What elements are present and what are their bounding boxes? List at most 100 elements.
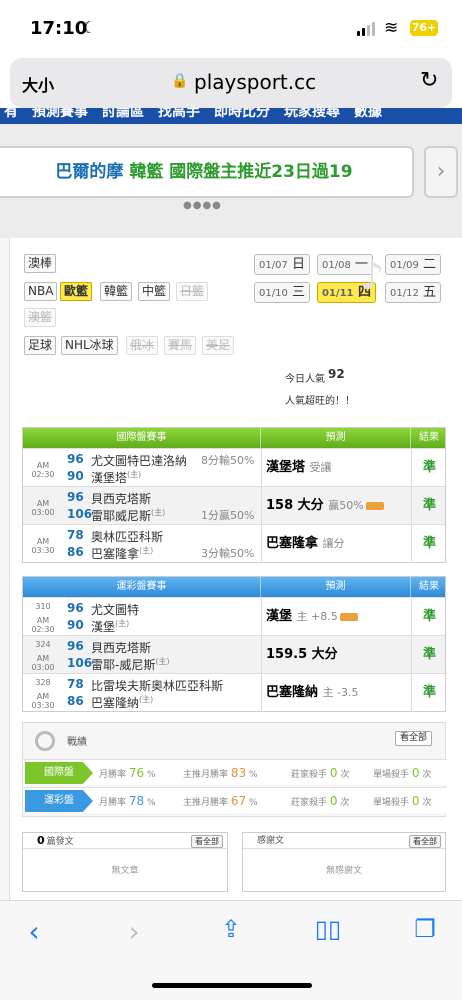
game-time: AM 03:00 [25,487,61,525]
away-score: 96 [67,639,84,653]
game-time: 328 AM 03:30 [25,674,61,712]
record-panel: 戰績 看全部 國際盤 月勝率 76 % 主推月勝率 83 % 莊家殺手 0 次單場殺手… [22,722,447,817]
sport-tag[interactable]: 美足 [202,336,235,355]
reload-icon[interactable]: ↻ [420,68,438,93]
away-team: 貝西克塔斯 [91,492,152,506]
left-panel-edge [0,238,10,901]
home-tag: (主) [155,657,170,666]
text-size-button[interactable]: 大小 [22,72,54,96]
intl-table: 國際盤賽事 預測 結果 AM 02:30 96 90 尤文圖特巴達洛納 漢堡塔(主) 8分… [22,427,446,563]
prediction-main: 巴塞隆拿 [266,536,319,551]
home-indicator [152,983,312,988]
sport-tag[interactable]: 歐籃 [60,282,93,301]
record-label: 莊家殺手 [291,770,328,780]
date-text: 01/08 [322,260,351,271]
record-unit: 次 [422,770,432,780]
sport-tag[interactable]: 澳棒 [24,254,57,273]
date-button[interactable]: 01/07 日 [254,254,310,275]
home-score: 86 [67,694,84,708]
result: 準 [411,674,447,712]
posts-count: 0 [37,834,45,847]
date-button[interactable]: 01/12 五 [385,282,441,303]
thanks-box: 感謝文 看全部 無感謝文 [242,832,446,892]
prediction-main: 巴塞隆納 [266,685,319,700]
record-cell: 主推月勝率 83 % [183,760,258,786]
browser-toolbar: ‹ › ⇪ ▯▯ ❐ [0,900,462,1000]
record-unit: % [147,798,156,808]
game-time-value: AM 02:30 [25,616,61,634]
sport-tag[interactable]: 日籃 [176,282,209,301]
sport-tag[interactable]: 澳籃 [24,308,57,327]
record-more-button[interactable]: 看全部 [395,731,433,746]
posts-more-button[interactable]: 看全部 [191,835,223,848]
ampm: AM [36,537,50,546]
sport-tag[interactable]: 賽馬 [164,336,197,355]
game-number: 328 [35,678,51,687]
prediction-main: 漢堡 [266,609,293,624]
chevron-right-icon[interactable]: › [424,146,458,198]
game-number: 310 [35,602,51,611]
sport-tag[interactable]: NHL冰球 [61,336,118,355]
coin-icon [365,501,384,510]
bookmarks-icon[interactable]: ▯▯ [308,915,348,943]
record-label: 月勝率 [99,798,127,808]
record-cell: 月勝率 76 % [99,760,156,786]
home-team: 巴塞隆納(主) [91,694,153,711]
address-bar[interactable]: 大小 🔒 playsport.cc ↻ [10,58,452,108]
time: 03:30 [31,546,55,555]
prediction: 158 大分 贏50% [261,487,411,525]
date-button[interactable]: 01/10 三 [254,282,310,303]
thanks-more-button[interactable]: 看全部 [409,835,441,848]
date-text: 01/11 [322,288,354,299]
back-icon[interactable]: ‹ [14,915,54,948]
marquee-banner[interactable]: 巴爾的摩 韓籃 國際盤主推近23日過19 [0,146,414,198]
home-score: 86 [67,545,84,559]
game-time-value: AM 02:30 [25,461,61,479]
away-score: 78 [67,528,84,542]
col-event: 國際盤賽事 [23,428,261,448]
marquee-league: 韓籃 [129,162,164,182]
forward-icon[interactable]: › [114,915,154,948]
main-nav[interactable]: 有 預測賽事 討論區 找高手 即時比分 玩家搜尋 數據 [0,108,462,124]
posts-empty: 無文章 [111,866,139,876]
date-text: 01/10 [259,288,288,299]
tabs-icon[interactable]: ❐ [405,915,445,943]
prediction: 巴塞隆拿 讓分 [261,525,411,563]
col-result: 結果 [419,581,439,592]
prediction: 漢堡塔 受讓 [261,449,411,487]
away-score: 78 [67,677,84,691]
record-value: 0 [329,794,338,808]
home-team: 巴塞隆拿(主) [91,545,153,562]
home-tag: (主) [115,619,130,628]
prediction-main: 159.5 大分 [266,647,338,662]
home-team: 雷耶-威尼斯(主) [91,656,170,673]
game-number: 324 [35,640,51,649]
record-value: 67 [230,794,247,808]
game-time: AM 02:30 [25,449,61,487]
target-icon [35,731,55,751]
url-text[interactable]: playsport.cc [194,70,316,94]
record-cell: 莊家殺手 0 次 [291,760,349,786]
date-button[interactable]: 01/09 二 [385,254,441,275]
sport-tag[interactable]: 韓籃 [100,282,133,301]
date-text: 01/09 [390,260,419,271]
home-team: 漢堡(主) [91,618,129,635]
away-team: 貝西克塔斯 [91,641,152,655]
sport-tag[interactable]: 中籃 [138,282,171,301]
weekday-text: 五 [422,285,436,300]
record-cell: 單場殺手 0 次 [373,760,431,786]
sport-tag[interactable]: 俄冰 [126,336,159,355]
posts-box: 0 篇發文 看全部 無文章 [22,832,228,892]
record-unit: 次 [340,798,350,808]
home-team-name: 巴塞隆拿 [91,547,140,561]
home-team: 雷耶威尼斯(主) [91,507,165,524]
record-label: 單場殺手 [373,770,410,780]
sport-tag[interactable]: 足球 [24,336,57,355]
game-time: 324 AM 03:00 [25,636,61,674]
status-time: 17:10 [30,18,88,39]
prediction: 159.5 大分 [261,636,411,674]
share-icon[interactable]: ⇪ [211,915,251,943]
sport-tag[interactable]: NBA [24,282,58,301]
game-time-value: AM 03:30 [25,537,61,555]
record-row: 運彩盤 月勝率 78 % 主推月勝率 67 % 莊家殺手 0 次單場殺手 0 次 [23,787,447,813]
